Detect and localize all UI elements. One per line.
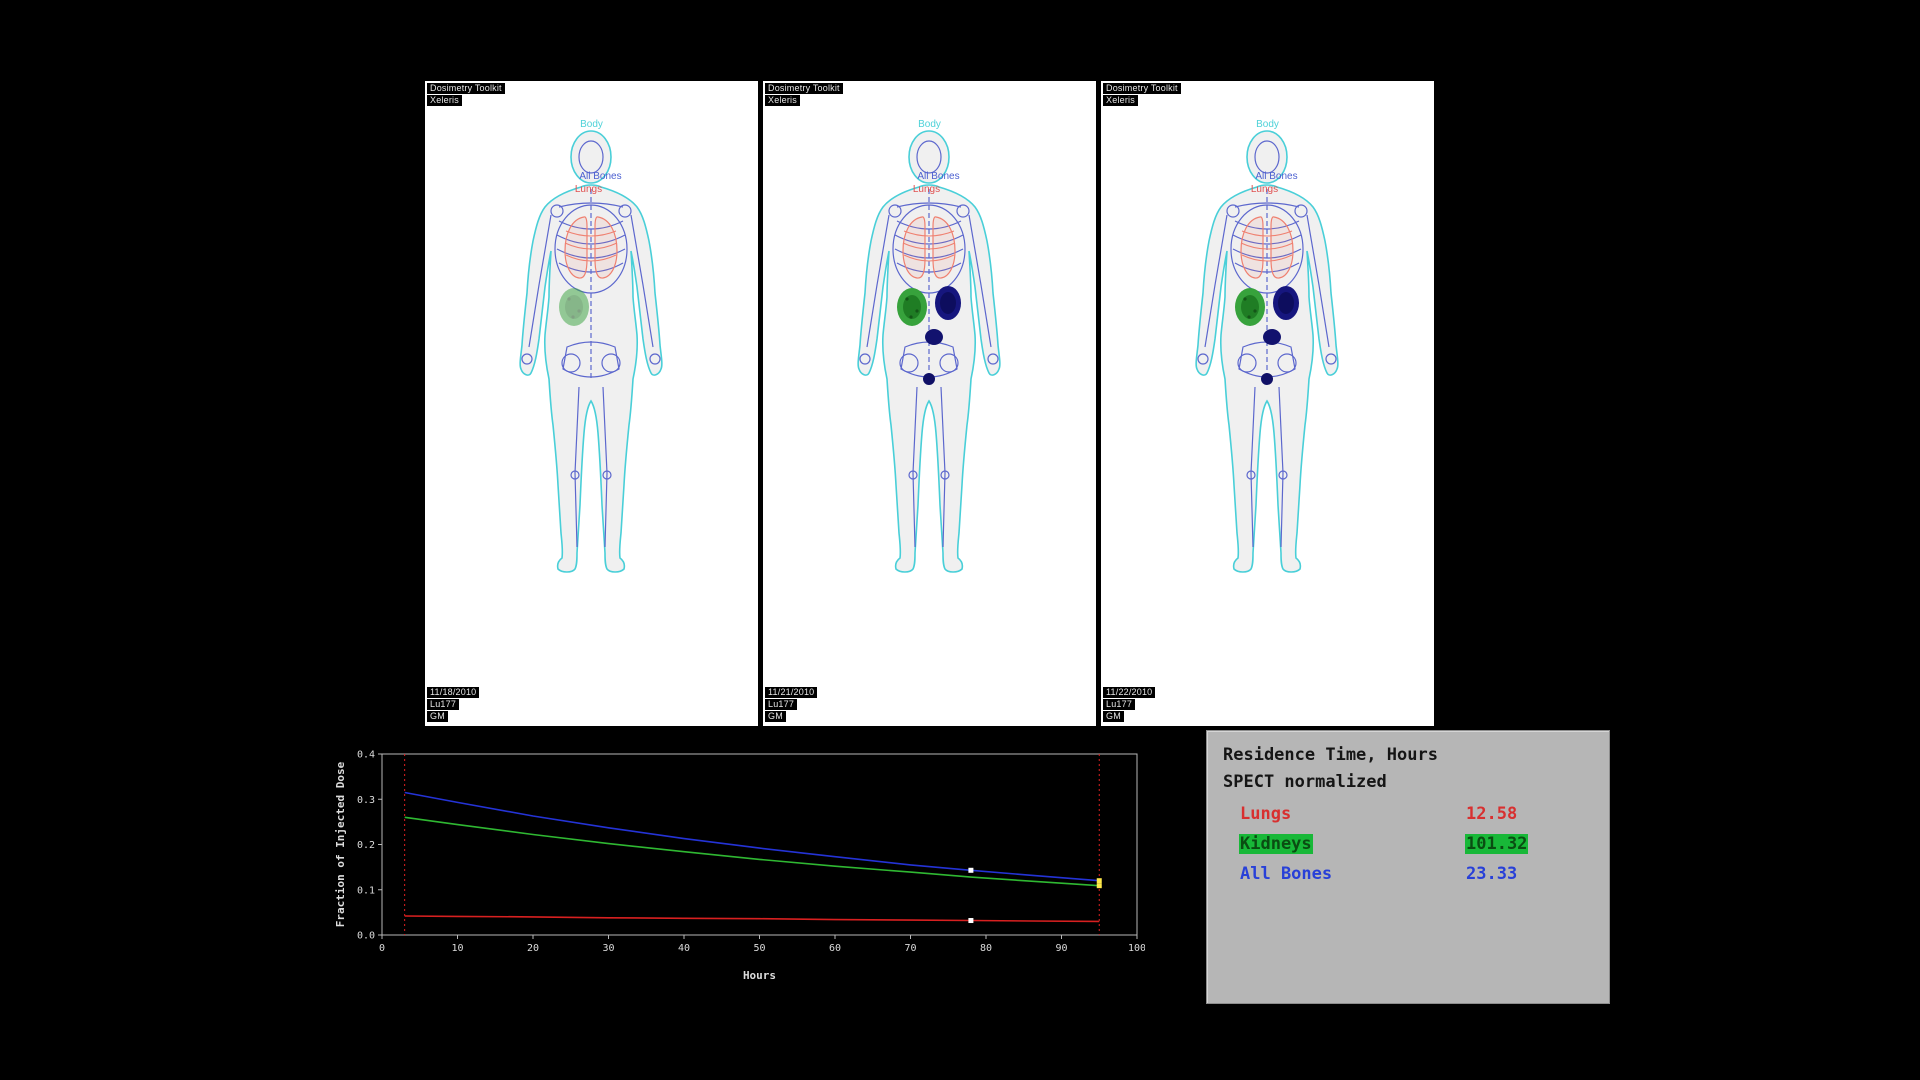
- results-subtitle: SPECT normalized: [1223, 772, 1593, 792]
- app-title: Dosimetry Toolkit: [765, 83, 843, 94]
- app-title: Dosimetry Toolkit: [427, 83, 505, 94]
- panel-header: Dosimetry Toolkit Xeleris: [427, 83, 505, 107]
- svg-text:40: 40: [678, 943, 690, 954]
- organ-label[interactable]: All Bones: [1239, 864, 1333, 884]
- roi-label-lungs[interactable]: Lungs: [760, 184, 1093, 195]
- panel-footer: 11/18/2010 Lu177 GM: [427, 687, 479, 723]
- isotope-label: Lu177: [1103, 699, 1135, 710]
- isotope-label: Lu177: [765, 699, 797, 710]
- skeleton-contour: [1198, 141, 1336, 547]
- roi-label-body[interactable]: Body: [425, 119, 758, 130]
- scan-date: 11/22/2010: [1103, 687, 1155, 698]
- panel-header: Dosimetry Toolkit Xeleris: [765, 83, 843, 107]
- results-title: Residence Time, Hours: [1223, 745, 1593, 765]
- svg-text:0.2: 0.2: [357, 840, 375, 851]
- roi-label-all-bones[interactable]: All Bones: [772, 171, 1105, 182]
- results-rows: Lungs 12.58 Kidneys 101.32 All Bones 23.…: [1223, 804, 1593, 884]
- svg-text:Hours: Hours: [743, 969, 776, 982]
- results-row-all-bones[interactable]: All Bones 23.33: [1223, 864, 1593, 884]
- svg-text:30: 30: [602, 943, 614, 954]
- isotope-label: Lu177: [427, 699, 459, 710]
- svg-text:50: 50: [753, 943, 765, 954]
- app-subtitle: Xeleris: [765, 95, 800, 106]
- svg-text:80: 80: [980, 943, 992, 954]
- roi-label-body[interactable]: Body: [1101, 119, 1434, 130]
- app-subtitle: Xeleris: [1103, 95, 1138, 106]
- detector-label: GM: [427, 711, 448, 722]
- svg-text:70: 70: [904, 943, 916, 954]
- svg-text:10: 10: [451, 943, 463, 954]
- panel-header: Dosimetry Toolkit Xeleris: [1103, 83, 1181, 107]
- svg-text:0.0: 0.0: [357, 931, 375, 942]
- organ-value[interactable]: 23.33: [1465, 864, 1518, 884]
- organ-label[interactable]: Lungs: [1239, 804, 1292, 824]
- roi-label-lungs[interactable]: Lungs: [422, 184, 755, 195]
- detector-label: GM: [1103, 711, 1124, 722]
- app-title: Dosimetry Toolkit: [1103, 83, 1181, 94]
- svg-text:Fraction of Injected Dose: Fraction of Injected Dose: [334, 761, 347, 927]
- panel-footer: 11/21/2010 Lu177 GM: [765, 687, 817, 723]
- organ-value[interactable]: 12.58: [1465, 804, 1518, 824]
- app-subtitle: Xeleris: [427, 95, 462, 106]
- detector-label: GM: [765, 711, 786, 722]
- scan-date: 11/18/2010: [427, 687, 479, 698]
- time-activity-chart[interactable]: 0 10 20 30 40 50 60 70 80 90 100 0.0 0.1 0.2 0.3 0.4 Hou…: [330, 742, 1145, 987]
- results-row-lungs[interactable]: Lungs 12.58: [1223, 804, 1593, 824]
- svg-text:90: 90: [1055, 943, 1067, 954]
- roi-label-all-bones[interactable]: All Bones: [1110, 171, 1443, 182]
- scan-date: 11/21/2010: [765, 687, 817, 698]
- roi-label-body[interactable]: Body: [763, 119, 1096, 130]
- skeleton-contour: [860, 141, 998, 547]
- scan-panel[interactable]: Dosimetry Toolkit Xeleris: [763, 81, 1096, 726]
- svg-text:100: 100: [1128, 943, 1145, 954]
- roi-label-lungs[interactable]: Lungs: [1098, 184, 1431, 195]
- skeleton-contour: [522, 141, 660, 547]
- svg-text:60: 60: [829, 943, 841, 954]
- organ-label[interactable]: Kidneys: [1239, 834, 1313, 854]
- organ-uptake-regions: [559, 288, 589, 326]
- svg-text:0.1: 0.1: [357, 885, 375, 896]
- scan-viewports: Dosimetry Toolkit Xeleris: [425, 81, 1434, 726]
- roi-label-all-bones[interactable]: All Bones: [434, 171, 767, 182]
- svg-text:0.3: 0.3: [357, 795, 375, 806]
- panel-footer: 11/22/2010 Lu177 GM: [1103, 687, 1155, 723]
- scan-panel[interactable]: Dosimetry Toolkit Xeleris: [425, 81, 758, 726]
- residence-time-panel: Residence Time, Hours SPECT normalized L…: [1206, 730, 1610, 1004]
- results-row-kidneys[interactable]: Kidneys 101.32: [1223, 834, 1593, 854]
- svg-text:0: 0: [379, 943, 385, 954]
- svg-text:0.4: 0.4: [357, 750, 375, 761]
- organ-value[interactable]: 101.32: [1465, 834, 1528, 854]
- scan-panel[interactable]: Dosimetry Toolkit Xeleris: [1101, 81, 1434, 726]
- svg-text:20: 20: [527, 943, 539, 954]
